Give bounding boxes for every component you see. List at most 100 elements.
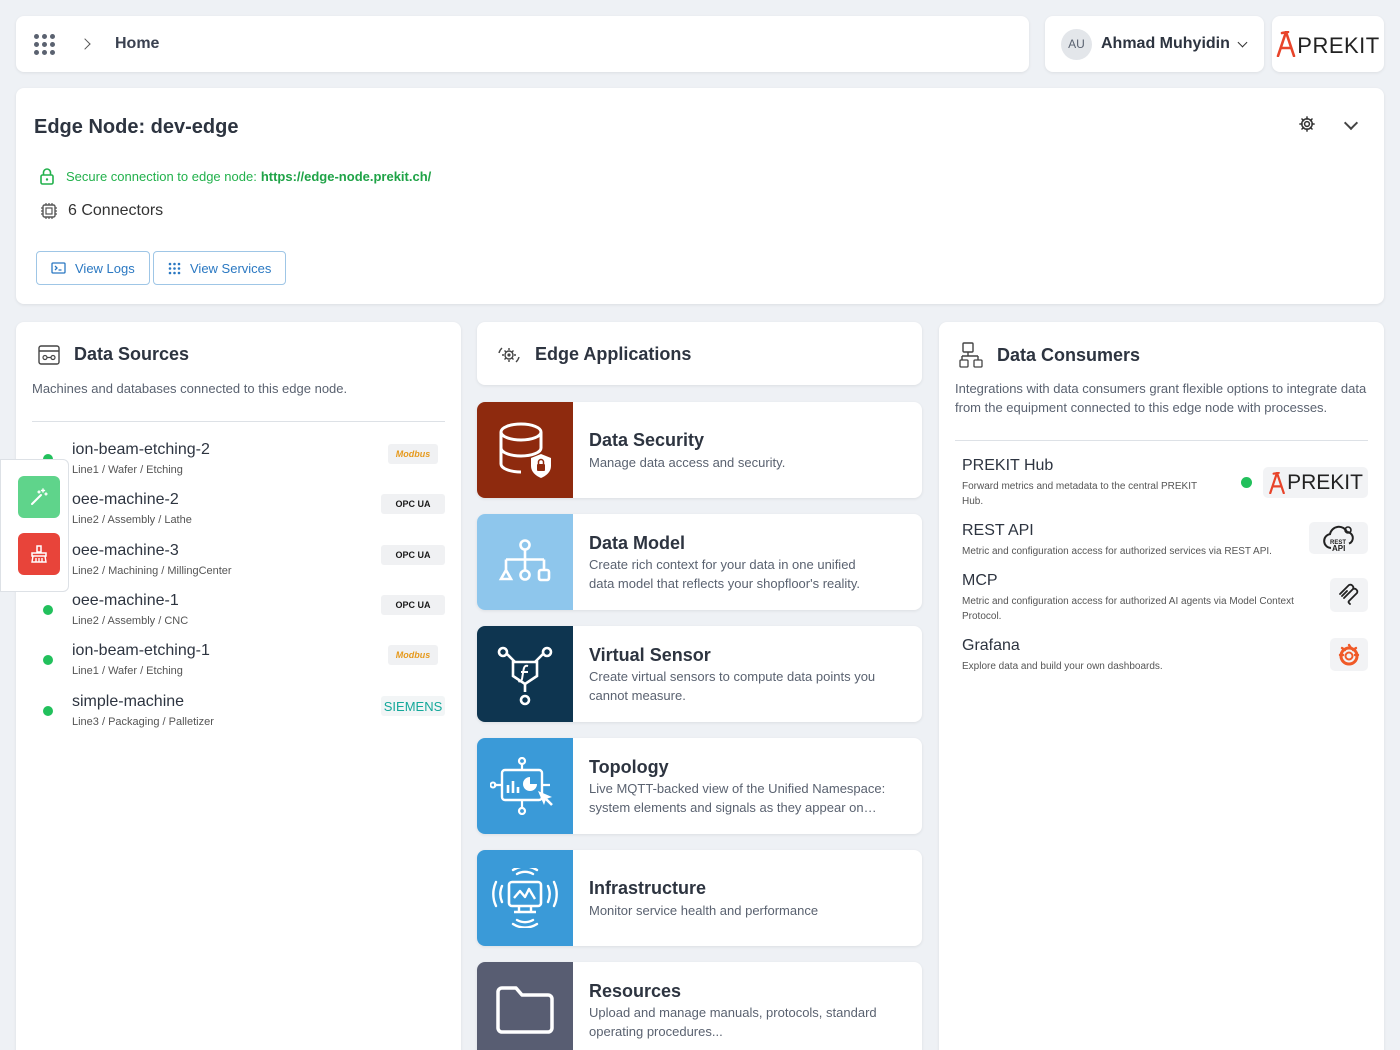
connectors-label: 6 Connectors bbox=[68, 202, 164, 219]
app-description: Monitor service health and performance bbox=[589, 903, 819, 918]
data-consumers-panel: Data Consumers Integrations with data co… bbox=[939, 322, 1384, 1050]
status-dot bbox=[43, 706, 53, 716]
app-description-line1: Upload and manage manuals, protocols, st… bbox=[589, 1005, 877, 1020]
data-sources-title: Data Sources bbox=[74, 344, 190, 364]
source-name: simple-machine bbox=[72, 693, 185, 710]
lock-icon bbox=[40, 168, 54, 185]
view-services-button[interactable]: View Services bbox=[153, 251, 287, 285]
source-name: ion-beam-etching-1 bbox=[72, 642, 210, 659]
database-lock-icon bbox=[477, 402, 573, 498]
monitor-wave-icon bbox=[477, 850, 573, 946]
app-description-line2: system elements and signals as they appe… bbox=[589, 800, 877, 815]
magic-wand-icon bbox=[31, 488, 48, 505]
user-name: Ahmad Muhyidin bbox=[1101, 35, 1230, 52]
consumer-desc-line1: Metric and configuration access for auth… bbox=[962, 546, 1272, 557]
collapse-chevron-icon[interactable] bbox=[1343, 115, 1359, 131]
source-item[interactable]: ion-beam-etching-2 Line1 / Wafer / Etchi… bbox=[16, 441, 461, 489]
breadcrumb-home[interactable]: Home bbox=[115, 35, 159, 53]
consumer-name: MCP bbox=[962, 572, 998, 589]
divider bbox=[955, 440, 1368, 441]
app-description: Manage data access and security. bbox=[589, 455, 786, 470]
source-name: ion-beam-etching-2 bbox=[72, 441, 210, 458]
app-title: Virtual Sensor bbox=[589, 645, 711, 665]
consumer-desc-line1: Forward metrics and metadata to the cent… bbox=[962, 481, 1198, 492]
brand-logo-box[interactable]: PREKIT bbox=[1272, 16, 1384, 72]
edge-applications-title: Edge Applications bbox=[535, 344, 692, 364]
source-item[interactable]: oee-machine-2 Line2 / Assembly / Lathe O… bbox=[16, 491, 461, 539]
consumer-desc-line2: Hub. bbox=[962, 496, 984, 507]
source-name: oee-machine-3 bbox=[72, 542, 179, 559]
app-description-line1: Create rich context for your data in one… bbox=[589, 557, 856, 572]
source-item[interactable]: simple-machine Line3 / Packaging / Palle… bbox=[16, 693, 461, 741]
consumer-rest-api[interactable]: REST API Metric and configuration access… bbox=[939, 522, 1384, 562]
app-card-topology[interactable]: Topology Live MQTT-backed view of the Un… bbox=[477, 738, 922, 834]
modbus-badge: Modbus bbox=[388, 444, 438, 464]
connectors-count: 6 Connectors bbox=[40, 202, 163, 220]
function-icon bbox=[477, 626, 573, 722]
view-logs-button[interactable]: View Logs bbox=[36, 251, 150, 285]
terminal-icon bbox=[51, 262, 66, 274]
gear-icon[interactable] bbox=[1298, 115, 1316, 138]
source-path: Line2 / Assembly / Lathe bbox=[72, 514, 192, 526]
app-description-line1: Live MQTT-backed view of the Unified Nam… bbox=[589, 781, 886, 796]
app-description-line2: cannot measure. bbox=[589, 688, 686, 703]
apps-grid-icon[interactable] bbox=[34, 33, 55, 55]
prekit-logo-icon bbox=[1276, 31, 1296, 57]
app-card-virtual-sensor[interactable]: Virtual Sensor Create virtual sensors to… bbox=[477, 626, 922, 722]
source-item[interactable]: ion-beam-etching-1 Line1 / Wafer / Etchi… bbox=[16, 642, 461, 690]
edge-node-title: Edge Node: dev-edge bbox=[34, 116, 239, 138]
consumer-desc-line1: Metric and configuration access for auth… bbox=[962, 596, 1294, 607]
source-item[interactable]: oee-machine-1 Line2 / Assembly / CNC OPC… bbox=[16, 592, 461, 640]
floating-tools bbox=[0, 459, 69, 592]
data-sources-description: Machines and databases connected to this… bbox=[32, 381, 348, 396]
view-services-label: View Services bbox=[190, 260, 272, 276]
app-description-line1: Create virtual sensors to compute data p… bbox=[589, 669, 876, 684]
opcua-badge: OPC UA bbox=[381, 494, 445, 514]
hierarchy-icon bbox=[477, 514, 573, 610]
mcp-icon bbox=[1330, 578, 1368, 612]
app-description-line2: data model that reflects your shopfloor'… bbox=[589, 576, 861, 591]
app-card-data-security[interactable]: Data Security Manage data access and sec… bbox=[477, 402, 922, 498]
app-title: Data Model bbox=[589, 533, 686, 553]
magic-wand-button[interactable] bbox=[18, 476, 60, 518]
app-card-infrastructure[interactable]: Infrastructure Monitor service health an… bbox=[477, 850, 922, 946]
broom-button[interactable] bbox=[18, 533, 60, 575]
edge-node-url-link[interactable]: https://edge-node.prekit.ch/ bbox=[261, 169, 431, 184]
app-description-line2: operating procedures... bbox=[589, 1024, 723, 1039]
app-title: Resources bbox=[589, 981, 682, 1001]
app-title: Topology bbox=[589, 757, 669, 777]
svg-text:API: API bbox=[1332, 544, 1345, 552]
source-path: Line2 / Assembly / CNC bbox=[72, 615, 189, 627]
chip-icon bbox=[41, 203, 57, 219]
divider bbox=[32, 421, 445, 422]
consumer-prekit-hub[interactable]: PREKIT Hub Forward metrics and metadata … bbox=[939, 457, 1384, 509]
consumer-mcp[interactable]: MCP Metric and configuration access for … bbox=[939, 572, 1384, 624]
modbus-badge: Modbus bbox=[388, 645, 438, 665]
grafana-icon bbox=[1330, 638, 1368, 671]
app-title: Infrastructure bbox=[589, 878, 707, 898]
data-consumers-description-line2: from the equipment connected to this edg… bbox=[955, 400, 1328, 415]
source-name: oee-machine-2 bbox=[72, 491, 179, 508]
view-logs-label: View Logs bbox=[75, 260, 135, 276]
status-dot bbox=[1241, 477, 1252, 488]
status-dot bbox=[43, 655, 53, 665]
opcua-badge: OPC UA bbox=[381, 595, 445, 615]
avatar: AU bbox=[1061, 28, 1092, 60]
chevron-down-icon bbox=[1237, 37, 1248, 47]
edge-node-panel: Edge Node: dev-edge Secure connection to… bbox=[16, 88, 1384, 304]
cog-cycle-icon bbox=[498, 346, 520, 363]
logo-text: PREKIT bbox=[1297, 33, 1380, 58]
data-sources-heading: Data Sources bbox=[38, 344, 189, 365]
secure-label: Secure connection to edge node: bbox=[66, 169, 257, 184]
source-path: Line1 / Wafer / Etching bbox=[72, 665, 183, 677]
user-menu[interactable]: AU Ahmad Muhyidin bbox=[1045, 16, 1264, 72]
app-card-resources[interactable]: Resources Upload and manage manuals, pro… bbox=[477, 962, 922, 1050]
consumer-desc-line1: Explore data and build your own dashboar… bbox=[962, 661, 1163, 672]
app-card-data-model[interactable]: Data Model Create rich context for your … bbox=[477, 514, 922, 610]
consumer-icon bbox=[959, 342, 983, 368]
source-path: Line1 / Wafer / Etching bbox=[72, 464, 183, 476]
source-item[interactable]: oee-machine-3 Line2 / Machining / Millin… bbox=[16, 542, 461, 590]
opcua-badge: OPC UA bbox=[381, 545, 445, 565]
consumer-grafana[interactable]: Grafana Explore data and build your own … bbox=[939, 637, 1384, 677]
app-title: Data Security bbox=[589, 430, 705, 450]
